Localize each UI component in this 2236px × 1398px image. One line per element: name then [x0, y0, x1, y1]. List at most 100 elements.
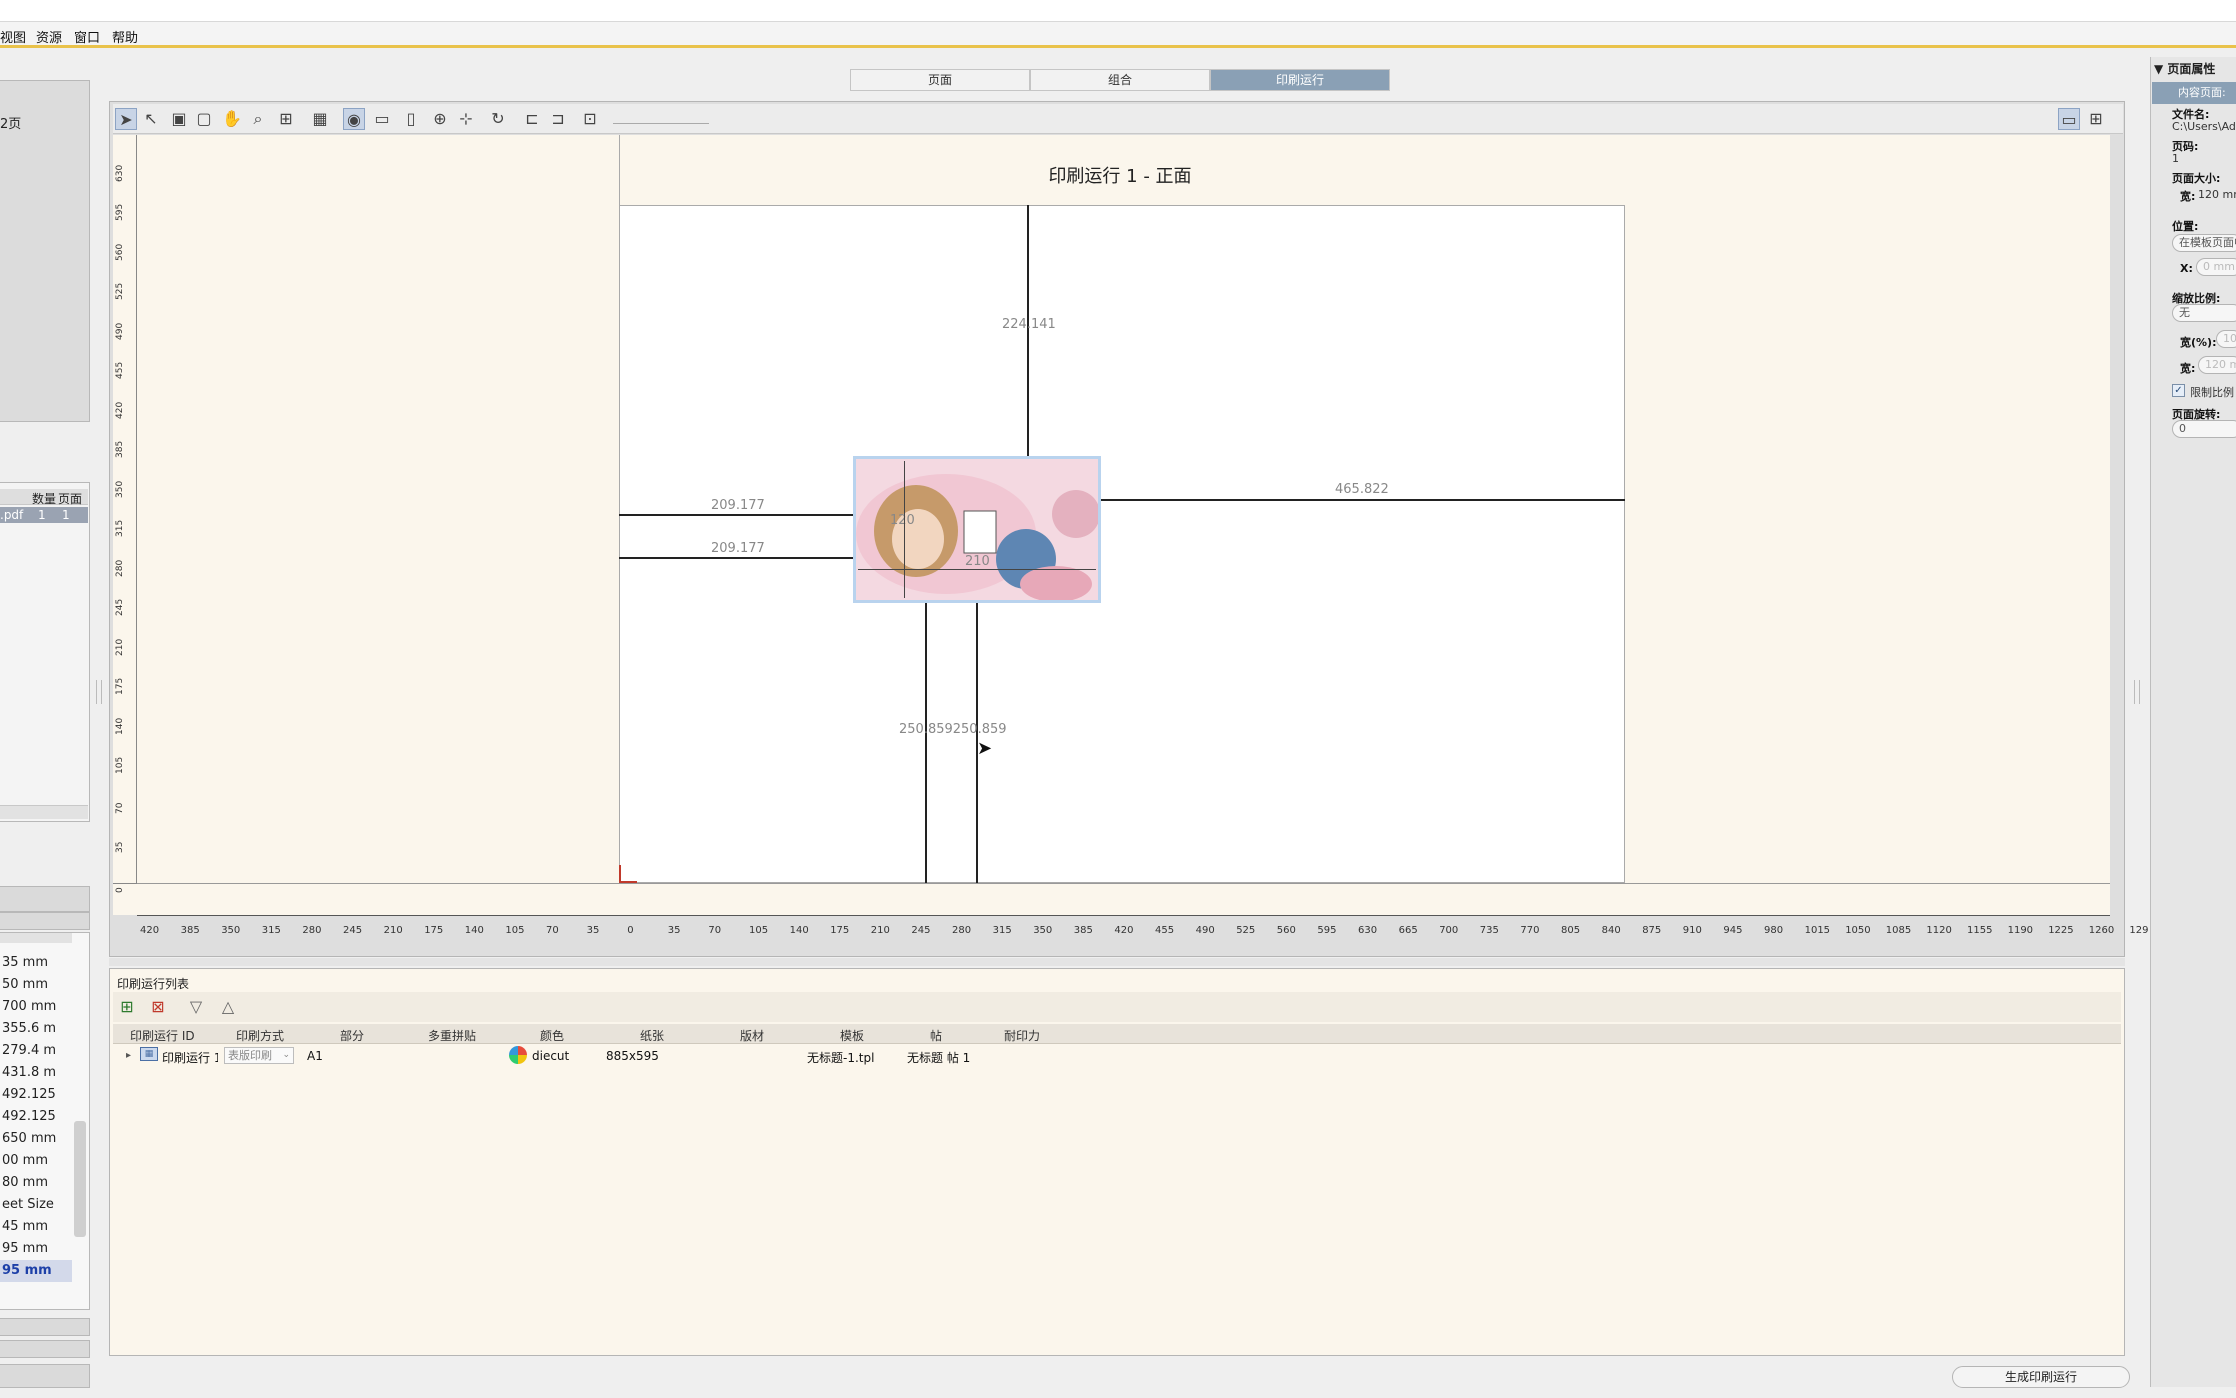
h-tick: 105	[505, 925, 525, 936]
paper-size-item[interactable]: 492.125	[0, 1106, 72, 1128]
layout-color-icon[interactable]: ▦	[309, 108, 331, 130]
menu-window[interactable]: 窗口	[74, 27, 100, 46]
scale-dropdown[interactable]: 无	[2172, 304, 2236, 322]
expand-arrow-icon[interactable]: ▸	[126, 1050, 131, 1061]
split-icon[interactable]: ⊹	[455, 108, 477, 130]
v-tick: 630	[115, 164, 125, 182]
scale-width-input[interactable]: 120 mm	[2198, 356, 2236, 374]
paper-size-item[interactable]: 80 mm	[0, 1172, 72, 1194]
col-part[interactable]: 部分	[340, 1027, 364, 1044]
page-add-icon[interactable]: ▢	[193, 108, 215, 130]
left-section-bar-1[interactable]	[0, 886, 90, 912]
print-method-dropdown[interactable]: 表版印刷 ⌄	[224, 1047, 294, 1064]
v-tick: 210	[115, 638, 125, 656]
paper-size-item[interactable]: 95 mm	[0, 1238, 72, 1260]
zoom-icon[interactable]: ⌕	[247, 108, 269, 130]
menu-help[interactable]: 帮助	[112, 27, 138, 46]
page-properties-header[interactable]: ▼ 页面属性	[2154, 60, 2215, 77]
add-print-run-icon[interactable]: ⊞	[116, 996, 138, 1018]
vertical-ruler-labels: 630 595 560 525 490 455 420 385 350 315 …	[113, 135, 137, 895]
press-sheet[interactable]	[619, 205, 1625, 883]
move-up-icon[interactable]: △	[217, 996, 239, 1018]
paper-size-item-selected[interactable]: 95 mm	[0, 1260, 72, 1282]
crosshair-icon[interactable]: ⊕	[429, 108, 451, 130]
zoom-slider[interactable]	[613, 112, 709, 124]
paper-size-item[interactable]: 00 mm	[0, 1150, 72, 1172]
rotate-icon[interactable]: ↻	[487, 108, 509, 130]
page-select-icon[interactable]: ▣	[168, 108, 190, 130]
paper-size-item[interactable]: 700 mm	[0, 996, 72, 1018]
select-arrow-icon[interactable]: ➤	[115, 108, 137, 130]
preview-eye-icon[interactable]: ◉	[343, 108, 365, 130]
align-left-icon[interactable]: ⊏	[521, 108, 543, 130]
move-down-icon[interactable]: ▽	[185, 996, 207, 1018]
col-print-method[interactable]: 印刷方式	[236, 1027, 284, 1044]
tab-pages[interactable]: 页面	[850, 69, 1030, 91]
cell-signature: 无标题 帖 1	[907, 1051, 971, 1065]
paper-size-item[interactable]: 45 mm	[0, 1216, 72, 1238]
menu-resources[interactable]: 资源	[36, 27, 62, 46]
pointer-icon[interactable]: ↖	[140, 108, 162, 130]
col-endurance[interactable]: 耐印力	[1004, 1027, 1040, 1044]
col-signature[interactable]: 帖	[930, 1027, 942, 1044]
h-tick: 805	[1561, 925, 1581, 936]
col-print-run-id[interactable]: 印刷运行 ID	[130, 1027, 195, 1044]
ruler-icon[interactable]: ▭	[369, 108, 395, 130]
hand-icon[interactable]: ✋	[221, 108, 243, 130]
h-tick: 1260	[2088, 925, 2115, 936]
paper-size-item[interactable]: 355.6 m	[0, 1018, 72, 1040]
delete-print-run-icon[interactable]: ⊠	[147, 996, 169, 1018]
document-list-panel: 数量 页面 .pdf 1 1	[0, 482, 90, 822]
col-paper[interactable]: 纸张	[640, 1027, 664, 1044]
document-row[interactable]: .pdf 1 1	[0, 507, 88, 523]
h-tick: 1155	[1967, 925, 1993, 936]
paper-size-item[interactable]: eet Size	[0, 1194, 72, 1216]
single-view-icon[interactable]: ▭	[2058, 108, 2080, 130]
paper-size-item[interactable]: 492.125	[0, 1084, 72, 1106]
h-tick: 1085	[1885, 925, 1912, 936]
tab-print-run[interactable]: 印刷运行	[1210, 69, 1390, 91]
left-panel-resize-handle[interactable]	[96, 680, 102, 704]
col-plate[interactable]: 版材	[740, 1027, 764, 1044]
print-run-row[interactable]	[113, 1044, 2121, 1066]
x-input[interactable]: 0 mm	[2196, 258, 2236, 276]
col-template[interactable]: 模板	[840, 1027, 864, 1044]
v-tick: 140	[115, 717, 125, 735]
color-wheel-icon	[509, 1046, 527, 1064]
scale-width-pct-input[interactable]: 100	[2216, 330, 2236, 348]
paper-size-scrollbar[interactable]	[74, 1121, 86, 1237]
h-tick: 945	[1723, 925, 1743, 936]
col-color[interactable]: 颜色	[540, 1027, 564, 1044]
generate-print-run-button[interactable]: 生成印刷运行	[1952, 1366, 2130, 1388]
content-page-section[interactable]: 内容页面:	[2152, 82, 2236, 104]
rotation-dropdown[interactable]: 0	[2172, 420, 2236, 438]
col-pages: 页面	[58, 492, 83, 506]
document-list-scrollbar[interactable]	[0, 805, 88, 819]
tab-combine[interactable]: 组合	[1030, 69, 1210, 91]
col-multi-tile[interactable]: 多重拼贴	[428, 1027, 476, 1044]
h-tick: 595	[1317, 925, 1337, 936]
blank-page-icon[interactable]: ▯	[400, 108, 422, 130]
menu-view[interactable]: 视图	[0, 27, 26, 46]
fit-icon[interactable]: ⊡	[579, 108, 601, 130]
layout-grid-icon[interactable]: ⊞	[275, 108, 297, 130]
left-section-bar-4[interactable]	[0, 1340, 90, 1358]
paper-size-item[interactable]: 650 mm	[0, 1128, 72, 1150]
paper-size-header	[0, 933, 72, 943]
paper-size-item[interactable]: 279.4 m	[0, 1040, 72, 1062]
cell-part: A1	[307, 1049, 323, 1063]
constrain-checkbox[interactable]: ✓	[2172, 384, 2185, 397]
left-section-bar-2[interactable]	[0, 912, 90, 930]
paper-size-item[interactable]: 431.8 m	[0, 1062, 72, 1084]
right-panel-resize-handle[interactable]	[2134, 680, 2140, 704]
align-right-icon[interactable]: ⊐	[547, 108, 569, 130]
paper-size-item[interactable]: 50 mm	[0, 974, 72, 996]
paper-size-item[interactable]: 35 mm	[0, 952, 72, 974]
left-section-bar-3[interactable]	[0, 1318, 90, 1336]
multi-view-icon[interactable]: ⊞	[2085, 108, 2107, 130]
placed-page-item[interactable]	[853, 456, 1101, 603]
position-dropdown[interactable]: 在模板页面中	[2172, 234, 2236, 252]
left-section-bar-5[interactable]	[0, 1364, 90, 1388]
panel-splitter[interactable]	[109, 958, 2125, 966]
page-width-label: 宽:	[2180, 190, 2196, 203]
